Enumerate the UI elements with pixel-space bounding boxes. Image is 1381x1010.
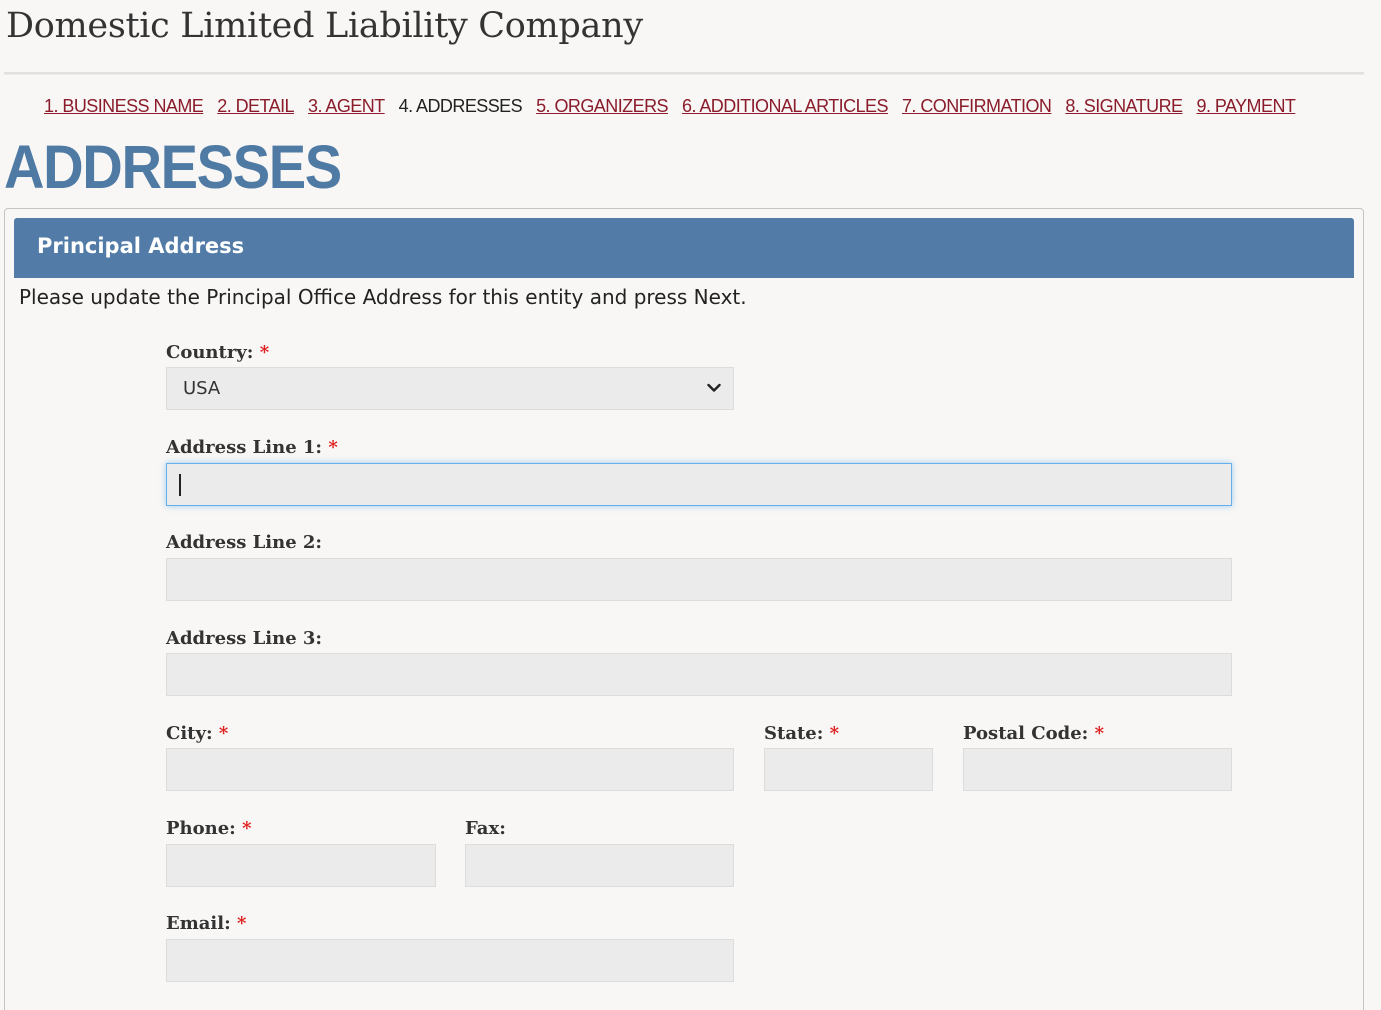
principal-address-panel: Principal Address Please update the Prin… [4,208,1364,1010]
step-additional-articles[interactable]: 6. ADDITIONAL ARTICLES [682,96,889,116]
step-agent[interactable]: 3. AGENT [308,96,385,116]
address-line-2-label-text: Address Line 2: [166,532,323,553]
step-link[interactable]: 5. ORGANIZERS [536,96,668,116]
required-marker: * [218,723,229,744]
step-organizers[interactable]: 5. ORGANIZERS [536,96,668,116]
step-navigation: 1. BUSINESS NAME 2. DETAIL 3. AGENT 4. ADDR… [44,96,1374,117]
address-line-2-input[interactable] [166,558,1232,601]
city-label-text: City: [166,723,213,744]
instructions-text: Please update the Principal Office Addre… [19,285,747,309]
chevron-down-icon [707,383,721,392]
country-select[interactable]: USA [166,367,734,410]
postal-code-label-text: Postal Code: [963,723,1089,744]
page-title: ADDRESSES [4,133,342,201]
email-label: Email: * [166,913,246,934]
country-label: Country: * [166,342,269,363]
email-input[interactable] [166,939,734,982]
required-marker: * [242,818,252,839]
required-marker: * [259,342,270,363]
step-link[interactable]: 3. AGENT [308,96,385,116]
address-line-3-input[interactable] [166,653,1232,696]
step-link[interactable]: 6. ADDITIONAL ARTICLES [682,96,889,116]
step-detail[interactable]: 2. DETAIL [217,96,294,116]
fax-label-text: Fax: [465,818,506,839]
address-line-3-label-text: Address Line 3: [166,628,323,649]
step-addresses-current: 4. ADDRESSES [398,96,523,116]
city-label: City: * [166,723,228,744]
postal-code-label: Postal Code: * [963,723,1104,744]
email-label-text: Email: [166,913,231,934]
address-line-1-label-text: Address Line 1: [166,437,323,458]
phone-label: Phone: * [166,818,252,839]
required-marker: * [829,723,840,744]
step-signature[interactable]: 8. SIGNATURE [1065,96,1183,116]
text-cursor [179,474,181,496]
country-label-text: Country: [166,342,254,363]
fax-label: Fax: [465,818,506,839]
step-confirmation[interactable]: 7. CONFIRMATION [902,96,1052,116]
fax-input[interactable] [465,844,734,887]
step-payment[interactable]: 9. PAYMENT [1196,96,1295,116]
step-business-name[interactable]: 1. BUSINESS NAME [44,96,204,116]
state-label: State: * [764,723,839,744]
panel-heading: Principal Address [14,218,1354,278]
country-selected-value: USA [183,378,221,399]
state-input[interactable] [764,748,933,791]
required-marker: * [237,913,247,934]
step-link[interactable]: 7. CONFIRMATION [902,96,1052,116]
step-link[interactable]: 1. BUSINESS NAME [44,96,204,116]
address-line-1-input[interactable] [166,463,1232,506]
postal-code-input[interactable] [963,748,1232,791]
required-marker: * [1094,723,1104,744]
header-divider [4,72,1364,75]
address-line-1-label: Address Line 1: * [166,437,338,458]
step-link[interactable]: 2. DETAIL [217,96,294,116]
page-header-title: Domestic Limited Liability Company [6,6,643,46]
address-line-2-label: Address Line 2: [166,532,322,553]
phone-label-text: Phone: [166,818,236,839]
panel-heading-title: Principal Address [37,234,245,258]
step-link[interactable]: 8. SIGNATURE [1065,96,1183,116]
step-link[interactable]: 9. PAYMENT [1196,96,1295,116]
address-line-3-label: Address Line 3: [166,628,322,649]
phone-input[interactable] [166,844,436,887]
state-label-text: State: [764,723,824,744]
city-input[interactable] [166,748,734,791]
step-current-label: 4. ADDRESSES [398,96,523,116]
required-marker: * [328,437,338,458]
